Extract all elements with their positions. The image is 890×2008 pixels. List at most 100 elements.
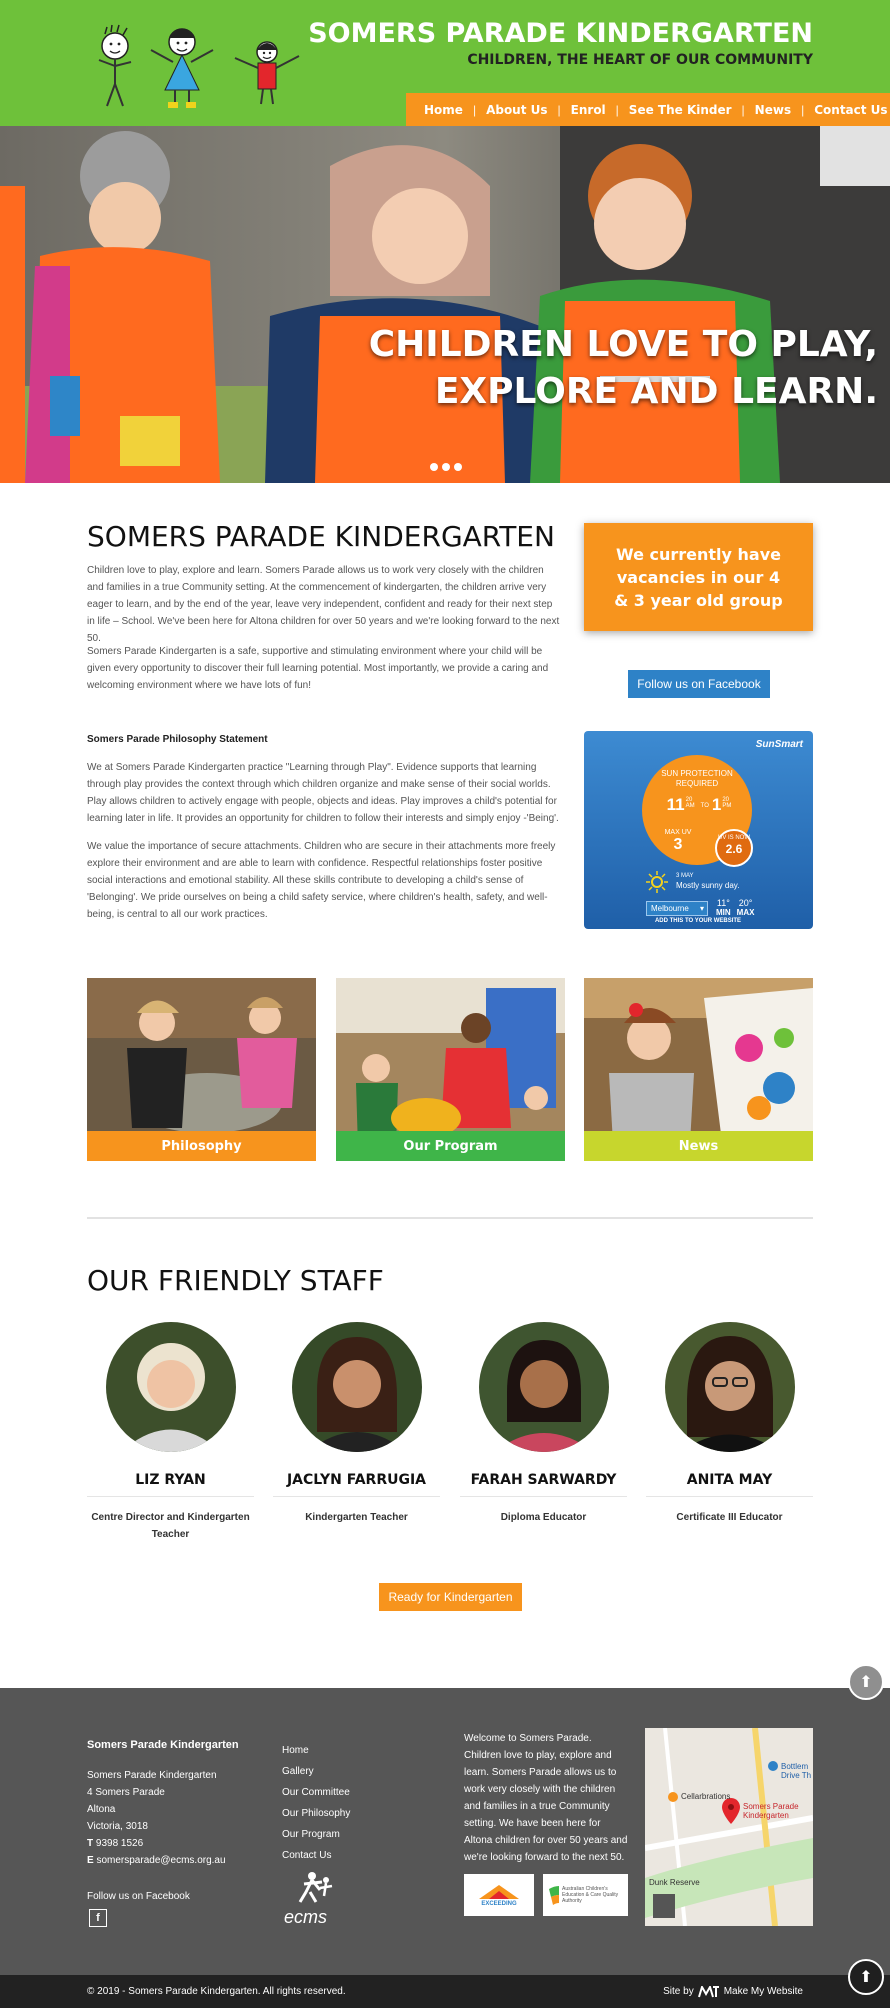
exceeding-badge-label: EXCEEDING [481,1901,517,1907]
tile-our-program[interactable]: Our Program [336,978,565,1161]
site-title: SOMERS PARADE KINDERGARTEN [308,18,813,49]
staff-name: LIZ RYAN [87,1472,254,1497]
staff-portrait-farah-sarwardy [478,1322,609,1452]
nav-see-the-kinder[interactable]: See The Kinder [619,103,742,117]
ecms-logo[interactable]: ecms [282,1870,342,1926]
staff-heading: OUR FRIENDLY STAFF [87,1264,384,1297]
staff-role: Centre Director and Kindergarten Teacher [91,1512,250,1540]
staff-photo [664,1322,795,1452]
site-tagline: CHILDREN, THE HEART OF OUR COMMUNITY [467,52,813,68]
nav-home[interactable]: Home [414,103,473,117]
nav-about-us[interactable]: About Us [476,103,557,117]
map-label: Cellarbrations [681,1792,731,1801]
intro-paragraph-2: Somers Parade Kindergarten is a safe, su… [87,646,549,691]
slider-dot-2[interactable] [442,463,450,471]
scroll-to-top-button[interactable]: ⬆ [848,1959,884,1995]
slider-dot-1[interactable] [430,463,438,471]
scroll-to-top-button[interactable]: ⬆ [848,1664,884,1700]
sunny-weather-icon [646,871,668,893]
footer-link-home[interactable]: Home [282,1740,350,1761]
temperature-readout: 11° MIN 20° MAX [716,898,755,918]
tile-philosophy[interactable]: Philosophy [87,978,316,1161]
location-map[interactable]: Cellarbrations Bottlem Drive Th Somers P… [645,1728,813,1926]
footer-link-our-committee[interactable]: Our Committee [282,1782,350,1803]
footer-link-gallery[interactable]: Gallery [282,1761,350,1782]
max-uv-value: 3 [673,836,683,853]
hero-photo [0,126,890,483]
site-credit[interactable]: Site by Make My Website [663,1985,803,1998]
staff-role: Kindergarten Teacher [305,1512,408,1523]
slider-dot-3[interactable] [454,463,462,471]
staff-role: Certificate III Educator [676,1512,783,1523]
site-footer: Somers Parade Kindergarten Somers Parade… [0,1688,890,1975]
to-ampm: PM [722,803,732,809]
staff-role: Diploma Educator [500,1512,587,1523]
footer-heading: Somers Parade Kindergarten [87,1739,239,1751]
staff-card: JACLYN FARRUGIA Kindergarten Teacher [273,1322,440,1526]
arrow-up-icon: ⬆ [859,1674,873,1691]
site-credit-name: Make My Website [723,1986,803,1997]
staff-portrait-jaclyn-farrugia [291,1322,422,1452]
tile-label-philosophy: Philosophy [87,1131,316,1161]
add-widget-link[interactable]: ADD THIS TO YOUR WEBSITE [638,918,758,924]
nav-separator: | [472,102,477,117]
vacancy-callout[interactable]: We currently have vacancies in our 4 & 3… [584,523,813,631]
uv-now-value: 2.6 [725,842,743,856]
footer-link-our-program[interactable]: Our Program [282,1824,350,1845]
hero-slider[interactable]: CHILDREN LOVE TO PLAY, EXPLORE AND LEARN… [0,126,890,483]
max-label: MAX [736,908,755,917]
ready-for-kindergarten-button[interactable]: Ready for Kindergarten [379,1583,522,1611]
acecqa-badge: Australian Children's Education & Care Q… [543,1874,628,1916]
phone-line: T 9398 1526 [87,1838,144,1849]
max-uv-label: MAX UV [664,829,692,836]
footer-link-our-philosophy[interactable]: Our Philosophy [282,1803,350,1824]
from-hour: 11 [666,795,685,814]
footer-links: Home Gallery Our Committee Our Philosoph… [282,1740,350,1866]
site-by-label: Site by [663,1986,694,1997]
staff-portrait-liz-ryan [105,1322,236,1452]
nav-separator: | [615,102,619,117]
map-label: Somers Parade Kindergarten [743,1802,799,1820]
staff-photo [105,1322,236,1452]
sunsmart-widget[interactable]: SunSmart SUN PROTECTION REQUIRED 11 20 AM… [584,731,813,929]
page-title: SOMERS PARADE KINDERGARTEN [87,520,555,553]
sunsmart-logo: SunSmart [755,739,803,750]
philosophy-paragraph-2: We value the importance of secure attach… [87,841,556,920]
philosophy-paragraph-1: We at Somers Parade Kindergarten practic… [87,762,559,824]
nav-news[interactable]: News [745,103,801,117]
site-logo[interactable] [85,22,310,112]
acecqa-badge-label: Australian Children's Education & Care Q… [562,1886,619,1904]
uv-now-badge: UV IS NOW 2.6 [715,829,753,867]
facebook-icon[interactable]: f [89,1909,107,1927]
email-line: E somersparade@ecms.org.au [87,1855,226,1866]
nav-enrol[interactable]: Enrol [561,103,616,117]
site-header: SOMERS PARADE KINDERGARTEN CHILDREN, THE… [0,0,890,126]
phone-number[interactable]: 9398 1526 [96,1838,143,1849]
tile-label-our-program: Our Program [336,1131,565,1161]
sun-protection-label: SUN PROTECTION REQUIRED [661,769,733,788]
footer-about-text: Welcome to Somers Parade. Children love … [464,1733,628,1863]
email-link[interactable]: somersparade@ecms.org.au [96,1855,225,1866]
map-label: Bottlem Drive Th [781,1762,812,1780]
max-temp: 20° [738,898,753,908]
map-label: Dunk Reserve [649,1878,700,1887]
ecms-logo-text: ecms [284,1907,328,1927]
nav-contact-us[interactable]: Contact Us [804,103,890,117]
main-nav: Home | About Us | Enrol | See The Kinder | N… [406,93,890,126]
staff-card: FARAH SARWARDY Diploma Educator [460,1322,627,1526]
staff-photo [478,1322,609,1452]
ecms-figures-icon [298,1872,333,1903]
footer-link-contact-us[interactable]: Contact Us [282,1845,350,1866]
tile-news[interactable]: News [584,978,813,1161]
address-line: Somers Parade Kindergarten [87,1770,217,1781]
nav-separator: | [801,102,805,117]
nav-separator: | [741,102,745,117]
follow-facebook-button[interactable]: Follow us on Facebook [628,670,770,698]
acecqa-logo-icon [549,1886,559,1905]
forecast-date: 3 MAY [676,873,694,879]
location-select[interactable]: Melbourne ▾ [646,901,708,916]
nqs-exceeding-badge: EXCEEDING [464,1874,534,1916]
staff-card: ANITA MAY Certificate III Educator [646,1322,813,1526]
staff-name: FARAH SARWARDY [460,1472,627,1497]
sun-protection-times: 11 20 AM TO 1 20 PM [654,795,744,815]
